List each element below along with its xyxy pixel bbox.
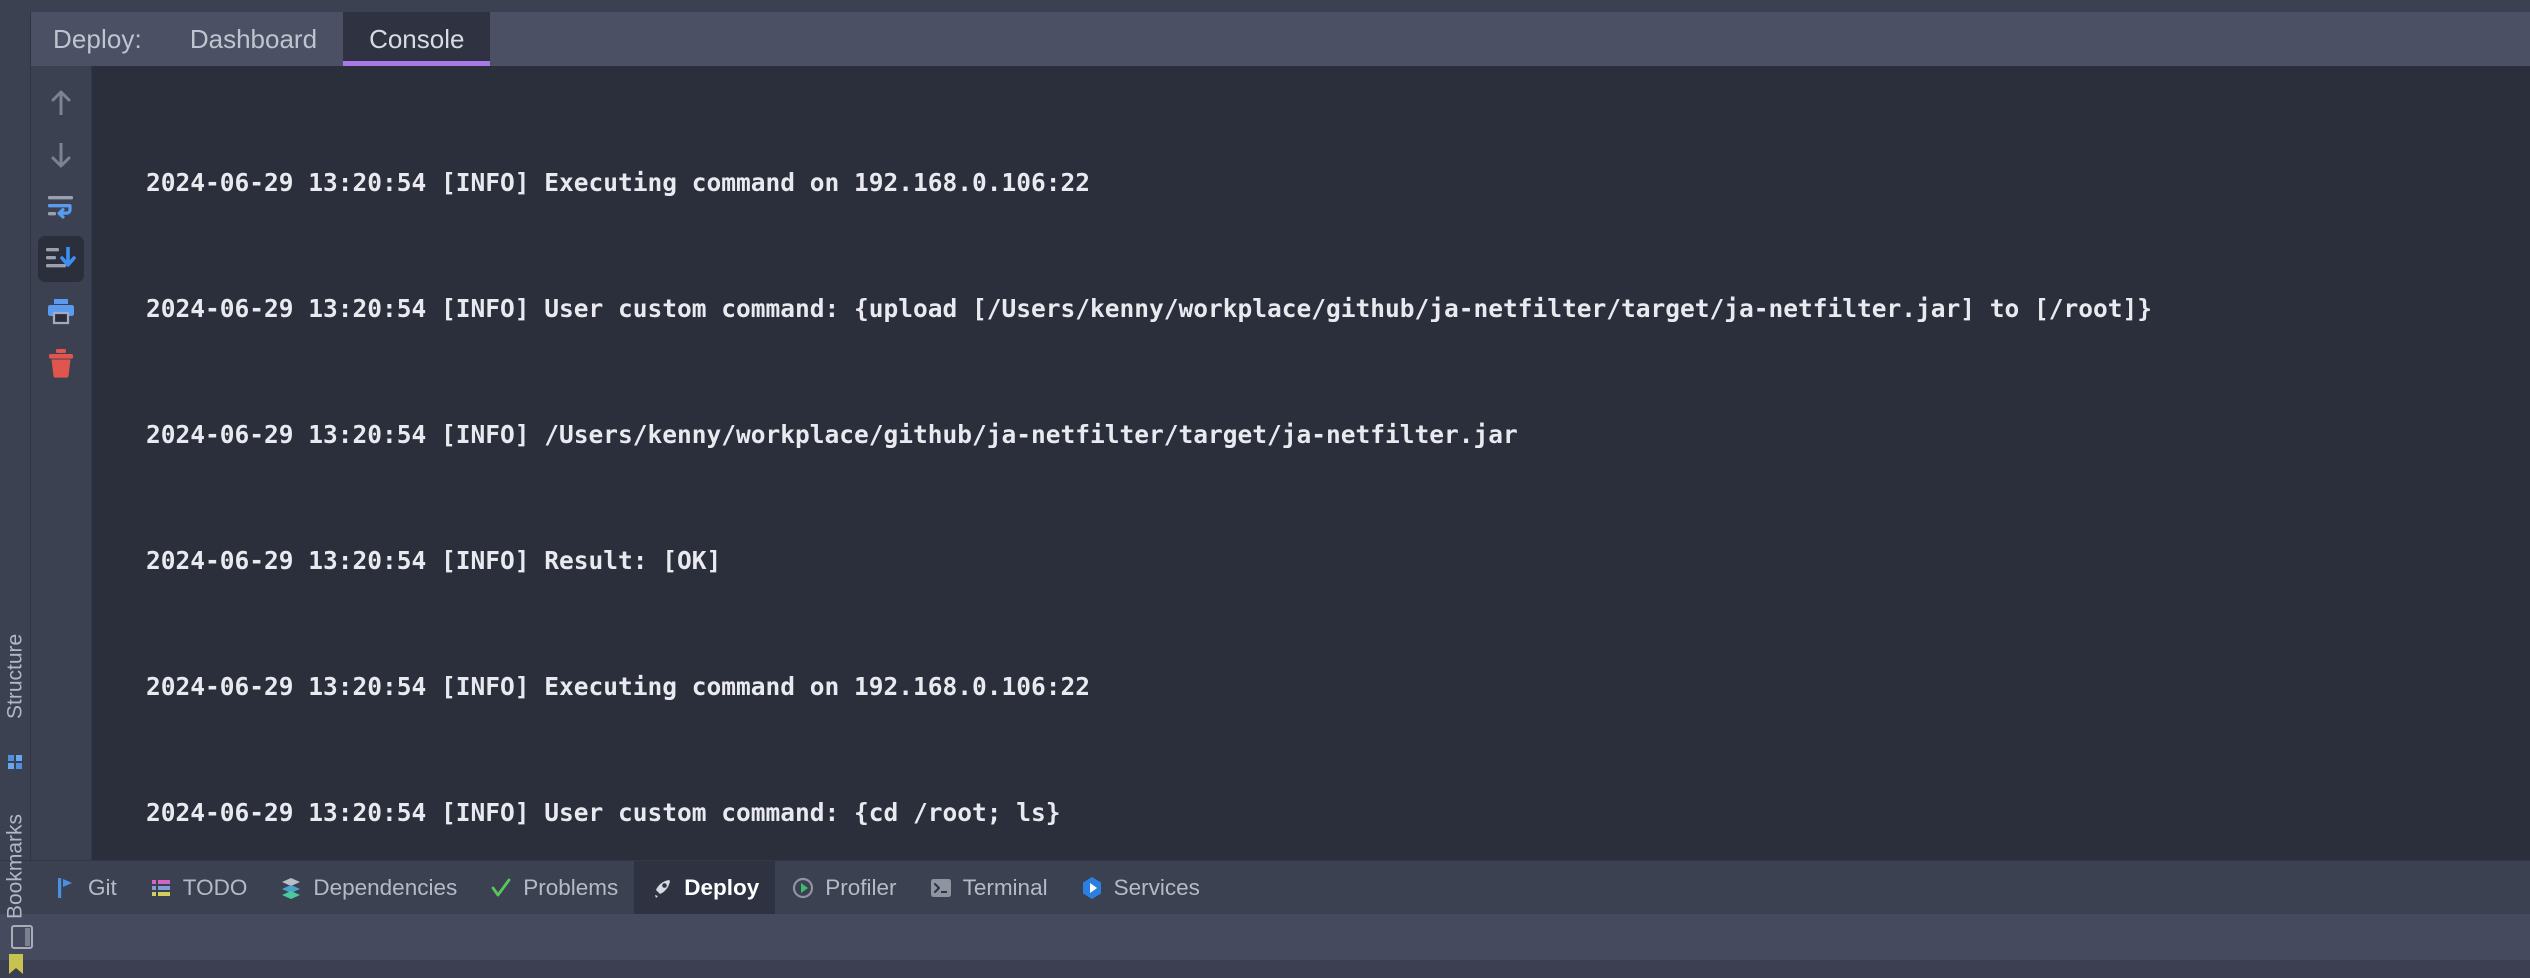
bottom-item-todo-label: TODO xyxy=(182,874,248,900)
console-line: 2024-06-29 13:20:54 [INFO] User custom c… xyxy=(146,798,1061,827)
console-line: 2024-06-29 13:20:54 [INFO] Executing com… xyxy=(146,168,1091,197)
git-branch-icon xyxy=(54,876,78,900)
problems-check-icon xyxy=(489,876,513,900)
header-left-gutter xyxy=(0,12,31,66)
terminal-prompt-icon xyxy=(929,876,953,900)
deploy-label: Deploy: xyxy=(31,12,164,66)
bottom-item-problems[interactable]: Problems xyxy=(473,861,634,914)
tab-console-label: Console xyxy=(369,23,465,54)
bottom-item-dependencies-label: Dependencies xyxy=(313,874,458,900)
left-toolwindow-stripe: Structure Bookmarks xyxy=(0,66,31,974)
tab-dashboard[interactable]: Dashboard xyxy=(163,12,344,66)
bottom-item-git-label: Git xyxy=(88,874,117,900)
tab-dashboard-label: Dashboard xyxy=(189,23,318,54)
ide-window: Deploy: Dashboard Console Structure Book… xyxy=(0,0,2530,974)
bottom-item-profiler-label: Profiler xyxy=(825,874,897,900)
scroll-to-end-icon[interactable] xyxy=(38,236,84,282)
deploy-toolwindow-header: Deploy: Dashboard Console xyxy=(0,0,2530,66)
bottom-item-terminal-label: Terminal xyxy=(962,874,1048,900)
main-area: Structure Bookmarks 2024-06-29 13:20:54 … xyxy=(0,66,2530,974)
deploy-rocket-icon xyxy=(650,876,674,900)
console-line: 2024-06-29 13:20:54 [INFO] User custom c… xyxy=(146,294,2153,323)
console-line: 2024-06-29 13:20:54 [INFO] Result: [OK] xyxy=(146,546,722,575)
bottom-item-problems-label: Problems xyxy=(523,874,619,900)
deploy-tabstrip: Deploy: Dashboard Console xyxy=(31,12,491,66)
sidebar-item-structure[interactable]: Structure xyxy=(0,606,31,746)
sidebar-item-bookmarks[interactable]: Bookmarks xyxy=(0,786,31,946)
services-play-icon xyxy=(1080,876,1104,900)
dependencies-icon xyxy=(279,876,303,900)
up-arrow-icon[interactable] xyxy=(38,80,84,126)
bottom-item-dependencies[interactable]: Dependencies xyxy=(263,861,473,914)
soft-wrap-icon[interactable] xyxy=(38,184,84,230)
header-filler xyxy=(490,12,2530,66)
bottom-item-deploy[interactable]: Deploy xyxy=(634,861,776,914)
bottom-item-services-label: Services xyxy=(1113,874,1200,900)
status-bar xyxy=(0,914,2530,960)
bottom-item-deploy-label: Deploy xyxy=(684,874,760,900)
bottom-item-todo[interactable]: TODO xyxy=(133,861,264,914)
printer-icon[interactable] xyxy=(38,288,84,334)
bookmark-icon[interactable] xyxy=(0,950,31,978)
profiler-gauge-icon xyxy=(791,876,815,900)
bottom-item-terminal[interactable]: Terminal xyxy=(913,861,1064,914)
bottom-item-profiler[interactable]: Profiler xyxy=(775,861,912,914)
tab-console[interactable]: Console xyxy=(343,12,491,66)
console-lines: 2024-06-29 13:20:54 [INFO] Executing com… xyxy=(92,78,2530,860)
down-arrow-icon[interactable] xyxy=(38,132,84,178)
bottom-item-git[interactable]: Git xyxy=(38,861,133,914)
console-toolbar xyxy=(31,66,92,860)
structure-icon[interactable] xyxy=(0,750,31,776)
sidebar-item-bookmarks-label: Bookmarks xyxy=(3,813,27,919)
todo-list-icon xyxy=(149,876,173,900)
trash-icon[interactable] xyxy=(38,340,84,386)
console-line: 2024-06-29 13:20:54 [INFO] /Users/kenny/… xyxy=(146,420,1518,449)
console-line: 2024-06-29 13:20:54 [INFO] Executing com… xyxy=(146,672,1091,701)
sidebar-item-structure-label: Structure xyxy=(3,633,27,719)
bottom-toolwindow-bar: Git TODO Dependencies Problems Deploy Pr… xyxy=(0,860,2530,914)
console-output[interactable]: 2024-06-29 13:20:54 [INFO] Executing com… xyxy=(92,66,2530,860)
bottom-item-services[interactable]: Services xyxy=(1064,861,1216,914)
